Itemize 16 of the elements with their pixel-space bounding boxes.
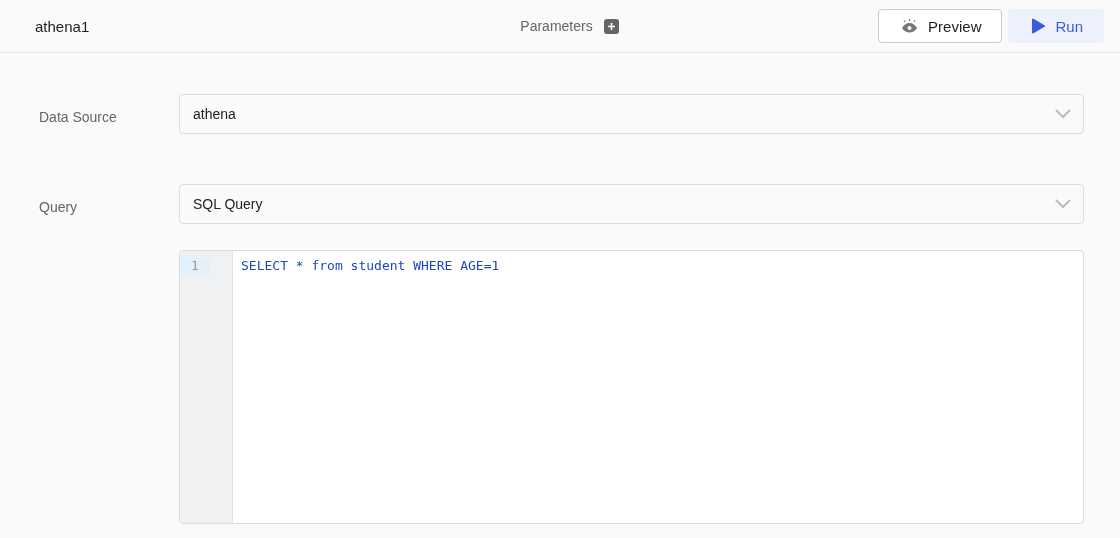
select-field[interactable]: athena [179, 94, 1084, 134]
eye-icon [901, 19, 919, 33]
chevron-down-icon [1055, 109, 1071, 119]
add-parameter-icon[interactable] [603, 18, 619, 34]
line-number: 1 [180, 258, 210, 275]
chevron-down-icon [1055, 199, 1071, 209]
field-label: Query [39, 198, 79, 217]
preview-button[interactable]: Preview [878, 9, 1003, 43]
parameters-label: Parameters [520, 18, 593, 34]
select-field[interactable]: SQL Query [179, 184, 1084, 224]
run-button[interactable]: Run [1008, 9, 1104, 43]
code-editor[interactable]: 1 SELECT * from student WHERE AGE=1 [179, 250, 1084, 524]
play-icon [1031, 18, 1046, 34]
code-line: SELECT * from student WHERE AGE=1 [241, 258, 500, 275]
field-label: Data Source [39, 108, 118, 127]
query-title: athena1 [35, 17, 91, 35]
